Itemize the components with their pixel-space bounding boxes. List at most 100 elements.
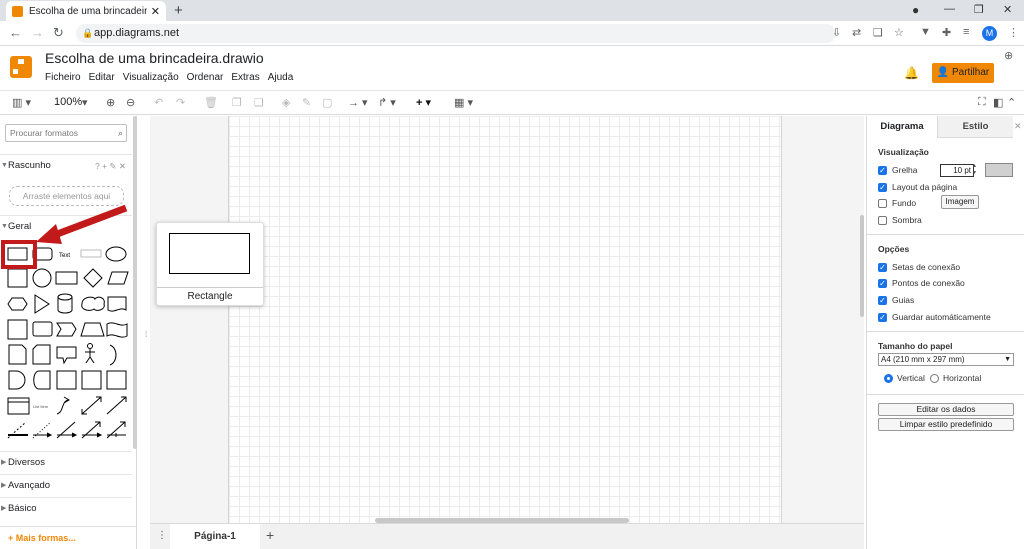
line-color-icon[interactable]: ✎ — [302, 96, 311, 109]
shape-trapezoid[interactable] — [80, 322, 105, 337]
grid-size-stepper-icon[interactable]: ▴ ▾ — [973, 163, 976, 177]
shape-document[interactable] — [107, 296, 127, 312]
shape-square[interactable] — [7, 268, 28, 288]
menu-extras[interactable]: Extras — [231, 72, 259, 83]
shape-parallelogram[interactable] — [107, 271, 129, 285]
shape-textbox[interactable] — [80, 249, 102, 258]
zoom-in-icon[interactable]: ⊕ — [106, 96, 115, 109]
shape-delay[interactable] — [8, 370, 26, 390]
menu-editar[interactable]: Editar — [89, 72, 115, 83]
sidebar-scrollbar[interactable] — [133, 116, 137, 449]
background-checkbox[interactable]: Fundo — [878, 198, 916, 208]
tab-page-1[interactable]: Página-1 — [170, 524, 260, 549]
shape-card[interactable] — [32, 344, 51, 365]
shape-callout[interactable] — [56, 346, 77, 365]
shape-list[interactable] — [7, 397, 30, 415]
waypoints-icon[interactable]: ↱ ▾ — [378, 96, 396, 109]
bookmark-star-icon[interactable]: ☆ — [894, 26, 904, 39]
zoom-out-icon[interactable]: ⊖ — [126, 96, 135, 109]
shape-cylinder[interactable] — [57, 293, 73, 314]
grid-color-swatch[interactable] — [985, 163, 1013, 177]
language-globe-icon[interactable]: ⊕ — [1004, 49, 1013, 62]
close-tab-icon[interactable]: ✕ — [151, 5, 160, 18]
shape-process[interactable] — [55, 271, 78, 285]
shape-link-arrow-4[interactable] — [107, 433, 126, 437]
forward-icon[interactable]: → — [31, 25, 44, 40]
minimize-icon[interactable]: — — [944, 3, 955, 15]
panels-toggle-icon[interactable]: ▥ ▾ — [12, 96, 31, 109]
reload-icon[interactable]: ↻ — [53, 25, 64, 41]
canvas-vertical-scrollbar[interactable] — [860, 215, 864, 317]
section-advanced[interactable]: ▶ Avançado — [0, 474, 132, 496]
to-back-icon[interactable]: ❏ — [254, 96, 264, 109]
fullscreen-icon[interactable]: ⛶ — [978, 96, 986, 109]
shape-curve[interactable] — [56, 396, 70, 415]
close-panel-icon[interactable]: ✕ — [1014, 121, 1022, 132]
shape-text[interactable]: Text — [59, 253, 70, 259]
shape-triangle[interactable] — [34, 294, 50, 314]
pages-menu-icon[interactable]: ⋮ — [157, 530, 167, 541]
browser-menu-icon[interactable]: ⋮ — [1008, 26, 1019, 39]
diagram-canvas[interactable]: Rectangle — [150, 116, 864, 523]
new-tab-icon[interactable]: + — [174, 2, 183, 19]
insert-plus-icon[interactable]: + ▾ — [416, 96, 431, 109]
shape-internal-storage[interactable] — [7, 319, 28, 340]
shape-tape[interactable] — [106, 322, 128, 338]
browser-tab[interactable]: Escolha de uma brincadeira.draw ✕ — [6, 1, 166, 21]
connection-points-checkbox[interactable]: ✓ Pontos de conexão — [878, 278, 965, 288]
zoom-level[interactable]: 100% — [54, 96, 82, 108]
sidebar-splitter-handle[interactable]: ⁞ — [145, 330, 147, 339]
document-title[interactable]: Escolha de uma brincadeira.drawio — [45, 50, 264, 66]
shape-ellipse[interactable] — [105, 246, 127, 262]
install-icon[interactable]: ⇩ — [832, 26, 841, 39]
undo-icon[interactable]: ↶ — [154, 96, 163, 109]
translate-icon[interactable]: ⇄ — [852, 26, 861, 39]
clear-default-style-button[interactable]: Limpar estilo predefinido — [878, 418, 1014, 431]
collapse-icon[interactable]: ⌃ — [1007, 96, 1016, 109]
shape-note[interactable] — [8, 344, 27, 365]
zoom-dropdown-icon[interactable]: ▾ — [82, 96, 88, 109]
copy-icon[interactable]: ❏ — [873, 26, 883, 39]
fill-color-icon[interactable]: ◈ — [282, 96, 290, 109]
puzzle-icon[interactable]: ✚ — [942, 26, 951, 39]
shape-diamond[interactable] — [83, 268, 103, 288]
diagram-page[interactable] — [228, 116, 782, 523]
shape-actor[interactable] — [87, 343, 93, 349]
grid-checkbox[interactable]: ✓ Grelha — [878, 165, 918, 175]
shape-search-input[interactable]: Procurar formatos ⌕ — [5, 124, 127, 142]
section-misc[interactable]: ▶ Diversos — [0, 451, 132, 473]
menu-ficheiro[interactable]: Ficheiro — [45, 72, 81, 83]
search-icon[interactable]: ⌕ — [118, 125, 123, 141]
paper-size-select[interactable]: A4 (210 mm x 297 mm) ▼ — [878, 353, 1014, 366]
maximize-icon[interactable]: ❐ — [974, 3, 984, 16]
add-page-icon[interactable]: + — [266, 527, 274, 543]
redo-icon[interactable]: ↷ — [176, 96, 185, 109]
shape-link-arrow-2[interactable] — [57, 432, 78, 438]
back-icon[interactable]: ← — [9, 25, 22, 40]
url-field[interactable]: 🔒 app.diagrams.net — [76, 24, 836, 43]
reading-list-icon[interactable]: ≡ — [963, 26, 969, 38]
tab-search-icon[interactable]: ● — [912, 3, 919, 17]
shape-bidirectional-arrow[interactable] — [81, 396, 102, 415]
shape-step[interactable] — [56, 322, 77, 337]
grid-size-input[interactable]: 10 pt — [940, 164, 974, 177]
shadow-icon[interactable]: ▢ — [322, 96, 332, 109]
connection-style-icon[interactable]: → ▾ — [348, 96, 368, 109]
shape-frame[interactable] — [81, 370, 102, 390]
to-front-icon[interactable]: ❐ — [232, 96, 242, 109]
more-shapes-button[interactable]: + Mais formas... — [0, 526, 136, 549]
section-scratchpad[interactable]: ▼ Rascunho ? + ✎ ✕ — [0, 154, 132, 176]
menu-ajuda[interactable]: Ajuda — [268, 72, 294, 83]
shape-or[interactable] — [109, 344, 117, 366]
edit-data-button[interactable]: Editar os dados — [878, 403, 1014, 416]
shape-link-arrow[interactable] — [33, 432, 53, 438]
shape-arrow[interactable] — [106, 396, 127, 415]
connection-arrows-checkbox[interactable]: ✓ Setas de conexão — [878, 262, 960, 272]
delete-icon[interactable]: 🗑 — [204, 96, 218, 109]
share-button[interactable]: 👤 Partilhar — [932, 63, 994, 83]
tab-style[interactable]: Estilo — [937, 116, 1013, 138]
guides-checkbox[interactable]: ✓ Guias — [878, 295, 914, 305]
shape-circle[interactable] — [32, 268, 52, 288]
table-icon[interactable]: ▦ ▾ — [454, 96, 473, 109]
autosave-checkbox[interactable]: ✓ Guardar automáticamente — [878, 312, 991, 322]
